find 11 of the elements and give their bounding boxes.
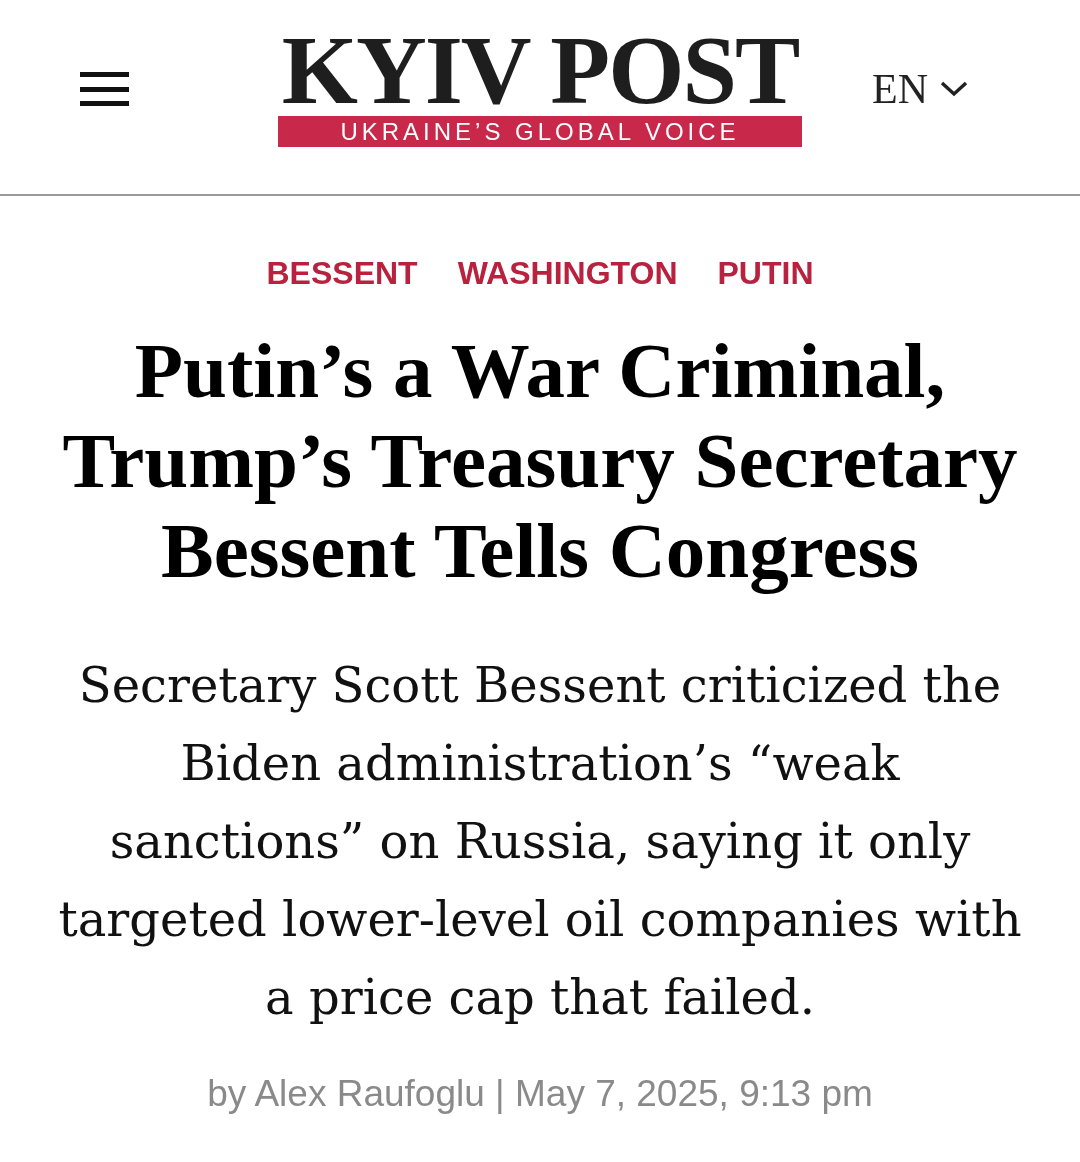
- language-selector[interactable]: EN: [872, 68, 968, 110]
- menu-icon[interactable]: [80, 72, 129, 106]
- logo-tagline: UKRAINE’S GLOBAL VOICE: [278, 116, 802, 147]
- tag-link[interactable]: WASHINGTON: [457, 254, 678, 292]
- article-headline: Putin’s a War Criminal, Trump’s Treasury Secretary Bessent Tells Congress: [61, 326, 1019, 596]
- article-byline: by Alex Raufoglu | May 7, 2025, 9:13 pm: [207, 1072, 873, 1116]
- chevron-down-icon: [940, 81, 968, 97]
- article-summary: Secretary Scott Bessent criticized the Biden administration’s “weak sanctions” on Russia, saying it only targeted lower-level oil companies with a price cap that failed.: [57, 656, 1023, 1027]
- logo-wordmark[interactable]: KYIV POST: [281, 24, 799, 116]
- tag-link[interactable]: BESSENT: [266, 254, 418, 292]
- tag-link[interactable]: PUTIN: [717, 254, 814, 292]
